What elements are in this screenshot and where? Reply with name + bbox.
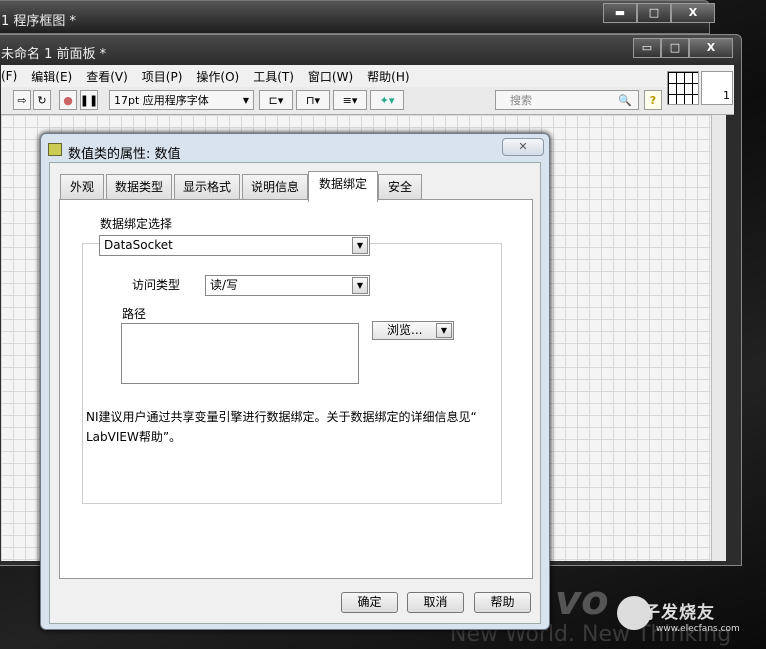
context-help-button[interactable]: ? (644, 90, 662, 110)
menu-tools[interactable]: 工具(T) (253, 68, 294, 85)
menu-help[interactable]: 帮助(H) (367, 68, 409, 85)
binding-note: NI建议用户通过共享变量引擎进行数据绑定。关于数据绑定的详细信息见“ LabVI… (86, 407, 477, 447)
toolbar: ⇨ ↻ ● ❚❚ 17pt 应用程序字体 ▼ ⊏▾ ⊓▾ ≡▾ ✦▾ 搜索 🔍 ? … (1, 71, 734, 115)
properties-dialog: 数值类的属性: 数值 ✕ 外观 数据类型 显示格式 说明信息 数据绑定 安全 数… (40, 133, 550, 630)
minimize-button[interactable]: ▭ (633, 38, 661, 58)
watermark-brand: 电子发烧友 (625, 603, 715, 623)
maximize-button[interactable]: □ (637, 3, 671, 23)
minimize-button[interactable]: ▬ (603, 3, 637, 23)
binding-select-label: 数据绑定选择 (100, 217, 173, 231)
block-diagram-window[interactable]: 1 程序框图 * ▬ □ X (0, 0, 715, 34)
cancel-button[interactable]: 取消 (407, 592, 464, 613)
path-label: 路径 (122, 307, 147, 321)
close-button[interactable]: ✕ (502, 138, 544, 156)
menu-view[interactable]: 查看(V) (86, 68, 128, 85)
maximize-button[interactable]: □ (661, 38, 689, 58)
vi-small-icon (48, 143, 62, 156)
tab-display-format[interactable]: 显示格式 (174, 174, 240, 201)
search-input[interactable]: 搜索 🔍 (495, 90, 639, 110)
run-arrow-icon[interactable]: ⇨ (13, 90, 31, 110)
reorder-icon[interactable]: ✦▾ (370, 90, 404, 110)
font-value: 17pt 应用程序字体 (114, 94, 209, 107)
window-title: 1 程序框图 * (1, 14, 77, 29)
menu-project[interactable]: 项目(P) (142, 68, 183, 85)
close-button[interactable]: X (689, 38, 733, 58)
access-type-value: 读/写 (210, 278, 239, 292)
tab-documentation[interactable]: 说明信息 (242, 174, 308, 201)
font-select[interactable]: 17pt 应用程序字体 ▼ (109, 90, 254, 110)
help-button[interactable]: 帮助 (474, 592, 531, 613)
menu-operate[interactable]: 操作(O) (196, 68, 239, 85)
align-icon[interactable]: ⊏▾ (259, 90, 293, 110)
vi-icon[interactable]: 1 (701, 71, 733, 105)
tab-appearance[interactable]: 外观 (60, 174, 104, 201)
menu-bar: (F) 编辑(E) 查看(V) 项目(P) 操作(O) 工具(T) 窗口(W) … (1, 65, 734, 87)
abort-icon[interactable]: ● (59, 90, 77, 110)
ok-button[interactable]: 确定 (341, 592, 398, 613)
chevron-down-icon: ▼ (352, 237, 368, 254)
tab-data-binding[interactable]: 数据绑定 (308, 171, 378, 202)
pause-icon[interactable]: ❚❚ (80, 90, 98, 110)
binding-select[interactable]: DataSocket ▼ (99, 235, 370, 256)
note-line-2: LabVIEW帮助”。 (86, 430, 182, 444)
connector-pane-icon[interactable] (667, 71, 699, 105)
watermark-url: www.elecfans.com (656, 624, 740, 634)
access-type-label: 访问类型 (132, 278, 181, 292)
menu-edit[interactable]: 编辑(E) (31, 68, 72, 85)
note-line-1: NI建议用户通过共享变量引擎进行数据绑定。关于数据绑定的详细信息见“ (86, 410, 477, 424)
window-title: 未命名 1 前面板 * (1, 47, 107, 62)
close-button[interactable]: X (671, 3, 715, 23)
menu-file[interactable]: (F) (1, 69, 17, 83)
vi-icon-number: 1 (723, 89, 730, 102)
dialog-title: 数值类的属性: 数值 (68, 147, 181, 162)
browse-label: 浏览... (387, 323, 423, 337)
search-placeholder: 搜索 (510, 94, 532, 107)
resize-icon[interactable]: ≡▾ (333, 90, 367, 110)
chevron-down-icon: ▼ (352, 277, 368, 294)
dialog-body: 外观 数据类型 显示格式 说明信息 数据绑定 安全 数据绑定选择 DataSoc… (49, 162, 541, 624)
path-input[interactable] (121, 323, 359, 384)
access-type-select[interactable]: 读/写 ▼ (205, 275, 370, 296)
tab-data-type[interactable]: 数据类型 (106, 174, 172, 201)
tab-security[interactable]: 安全 (378, 174, 422, 201)
run-continuously-icon[interactable]: ↻ (33, 90, 51, 110)
search-icon: 🔍 (618, 93, 632, 107)
wallpaper-logo-text: vo (555, 578, 609, 624)
data-binding-panel: 数据绑定选择 DataSocket ▼ 访问类型 读/写 ▼ 路径 浏览... ▼ N… (59, 199, 533, 579)
binding-select-value: DataSocket (104, 238, 173, 252)
chevron-down-icon: ▼ (436, 323, 452, 338)
vertical-scrollbar[interactable] (711, 115, 726, 561)
browse-button[interactable]: 浏览... ▼ (372, 321, 454, 340)
menu-window[interactable]: 窗口(W) (308, 68, 353, 85)
distribute-icon[interactable]: ⊓▾ (296, 90, 330, 110)
